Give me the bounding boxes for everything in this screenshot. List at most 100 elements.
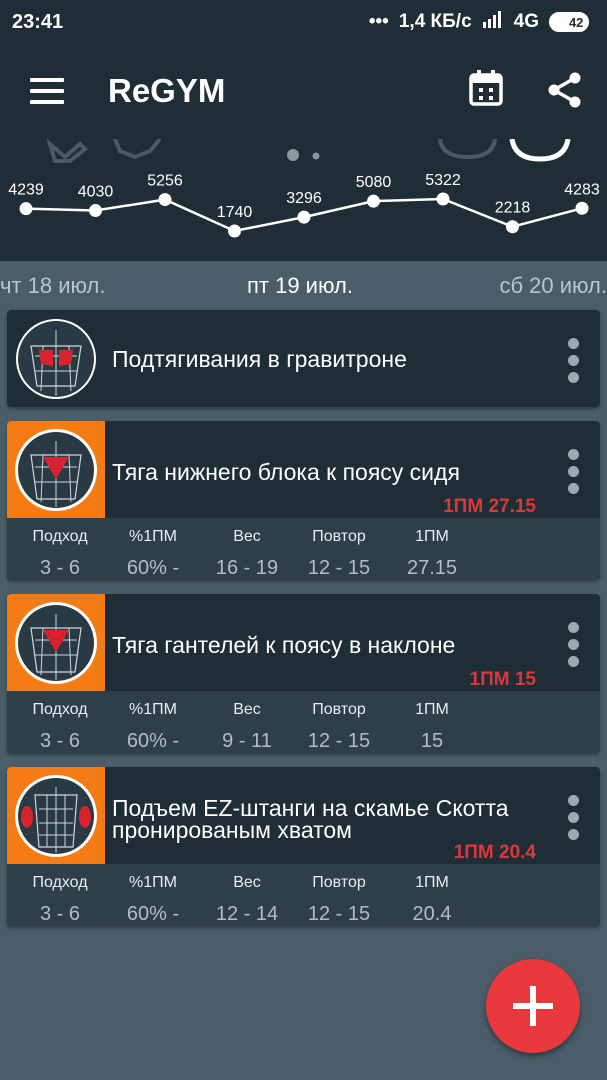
chart-point — [19, 202, 33, 216]
value-pm: 27.15 — [406, 557, 458, 579]
value-weight: 12 - 14 — [215, 903, 279, 925]
header-pct: %1ПМ — [129, 528, 177, 545]
date-prev[interactable]: чт 18 июл. — [0, 273, 106, 299]
faded-icon-right2 — [509, 139, 571, 162]
exercise-card[interactable]: Подтягивания в гравитроне — [7, 310, 600, 407]
header-pm: 1ПМ — [415, 874, 449, 891]
exercise-stats-table: Подход 3 - 6 %1ПМ 60% - 70% Вес 16 - 19 … — [7, 518, 600, 580]
header-pm: 1ПМ — [415, 701, 449, 718]
share-icon[interactable] — [548, 72, 582, 113]
app-title: ReGYM — [108, 72, 226, 109]
status-indicators: ••• 1,4 КБ/с 4G 42 — [369, 10, 589, 34]
chart-point — [158, 193, 172, 207]
value-pct: 60% - 70% — [126, 730, 180, 752]
exercise-card[interactable]: Тяга нижнего блока к поясу сидя 1ПМ 27.1… — [7, 421, 600, 580]
status-dots: ••• — [368, 11, 389, 32]
muscle-thumb — [7, 594, 105, 692]
chart-point — [436, 192, 450, 206]
calendar-icon[interactable] — [469, 70, 503, 111]
exercise-title: Подтягивания в гравитроне — [112, 346, 407, 372]
network-speed: 1,4 КБ/с — [398, 11, 472, 32]
chart-data-label: 5322 — [425, 172, 461, 189]
value-weight: 16 - 19 — [215, 557, 279, 579]
value-pct: 60% - 70% — [126, 903, 180, 925]
value-reps: 12 - 15 — [307, 903, 371, 925]
muscle-diagram-icon — [15, 775, 97, 857]
chart-data-label: 5080 — [356, 174, 392, 191]
chart-point — [89, 204, 102, 218]
chart-point — [367, 194, 380, 208]
signal-icon — [482, 10, 504, 34]
more-options-icon[interactable] — [568, 338, 580, 389]
muscle-thumb — [7, 421, 105, 519]
chart-data-label: 4283 — [564, 181, 600, 198]
exercise-stats-table: Подход 3 - 6 %1ПМ 60% - 70% Вес 12 - 14 … — [7, 864, 600, 926]
muscle-thumb — [7, 767, 105, 865]
more-options-icon[interactable] — [568, 622, 580, 673]
date-navigation: чт 18 июл. пт 19 июл. сб 20 июл. — [0, 261, 607, 309]
status-time: 23:41 — [12, 10, 64, 33]
faded-icon-left — [46, 139, 88, 163]
exercise-card[interactable]: Подъем EZ-штанги на скамье Скотта пронир… — [7, 767, 600, 926]
exercise-card[interactable]: Тяга гантелей к поясу в наклоне 1ПМ 15 П… — [7, 594, 600, 753]
header-weight: Вес — [233, 874, 261, 891]
date-current[interactable]: пт 19 июл. — [247, 273, 353, 299]
one-rm-badge: 1ПМ 20.4 — [453, 842, 536, 863]
more-options-icon[interactable] — [568, 795, 580, 846]
exercise-title-line2: пронированым хватом — [112, 817, 352, 843]
muscle-diagram-icon — [15, 602, 97, 684]
header-sets: Подход — [32, 701, 88, 718]
battery-icon: 42 — [549, 12, 589, 32]
exercise-title: Тяга нижнего блока к поясу сидя — [112, 459, 460, 485]
app-bar: ReGYM — [0, 44, 607, 139]
page-dot — [312, 152, 320, 160]
value-pm: 15 — [420, 730, 444, 752]
faded-icon-left2 — [113, 139, 162, 160]
network-type: 4G — [513, 11, 539, 32]
chart-data-label: 4030 — [78, 184, 114, 201]
chart-data-label: 1740 — [217, 204, 253, 221]
one-rm-badge: 1ПМ 27.15 — [443, 496, 536, 517]
header-reps: Повтор — [312, 701, 366, 718]
value-weight: 9 - 11 — [222, 730, 272, 752]
volume-chart[interactable]: 4239 4030 5256 1740 3296 5080 5322 2218 4283 — [0, 139, 607, 261]
value-pct: 60% - 70% — [126, 557, 180, 579]
date-next[interactable]: сб 20 июл. — [499, 273, 607, 299]
header-weight: Вес — [233, 701, 261, 718]
exercise-title-line1: Подъем EZ-штанги на скамье Скотта — [112, 795, 509, 821]
header-pct: %1ПМ — [129, 701, 177, 718]
menu-icon[interactable] — [30, 78, 64, 104]
muscle-thumb — [7, 310, 105, 407]
header-reps: Повтор — [312, 528, 366, 545]
faded-icon-right — [438, 139, 497, 160]
value-sets: 3 - 6 — [39, 730, 81, 752]
header-pm: 1ПМ — [415, 528, 449, 545]
chart-data-label: 3296 — [286, 190, 322, 207]
one-rm-badge: 1ПМ 15 — [469, 669, 536, 690]
battery-level: 42 — [568, 14, 584, 30]
chart-data-label: 4239 — [8, 182, 44, 199]
chart-data-label: 5256 — [147, 173, 183, 190]
more-options-icon[interactable] — [568, 449, 580, 500]
header-sets: Подход — [32, 874, 88, 891]
status-bar: 23:41 ••• 1,4 КБ/с 4G 42 — [0, 0, 607, 44]
exercise-title: Тяга гантелей к поясу в наклоне — [112, 632, 456, 658]
muscle-diagram-icon — [15, 429, 97, 511]
chart-point — [575, 201, 589, 215]
header-sets: Подход — [32, 528, 88, 545]
value-sets: 3 - 6 — [39, 903, 81, 925]
value-pm: 20.4 — [412, 903, 452, 925]
value-reps: 12 - 15 — [307, 557, 371, 579]
chart-point — [297, 210, 311, 224]
header-pct: %1ПМ — [129, 874, 177, 891]
header-reps: Повтор — [312, 874, 366, 891]
add-exercise-button[interactable] — [486, 959, 580, 1053]
muscle-diagram-icon — [14, 317, 98, 401]
header-weight: Вес — [233, 528, 261, 545]
exercise-stats-table: Подход 3 - 6 %1ПМ 60% - 70% Вес 9 - 11 П… — [7, 691, 600, 753]
chart-point — [506, 220, 519, 234]
chart-data-label: 2218 — [495, 200, 531, 217]
chart-point — [228, 224, 241, 238]
value-sets: 3 - 6 — [39, 557, 81, 579]
value-reps: 12 - 15 — [307, 730, 371, 752]
